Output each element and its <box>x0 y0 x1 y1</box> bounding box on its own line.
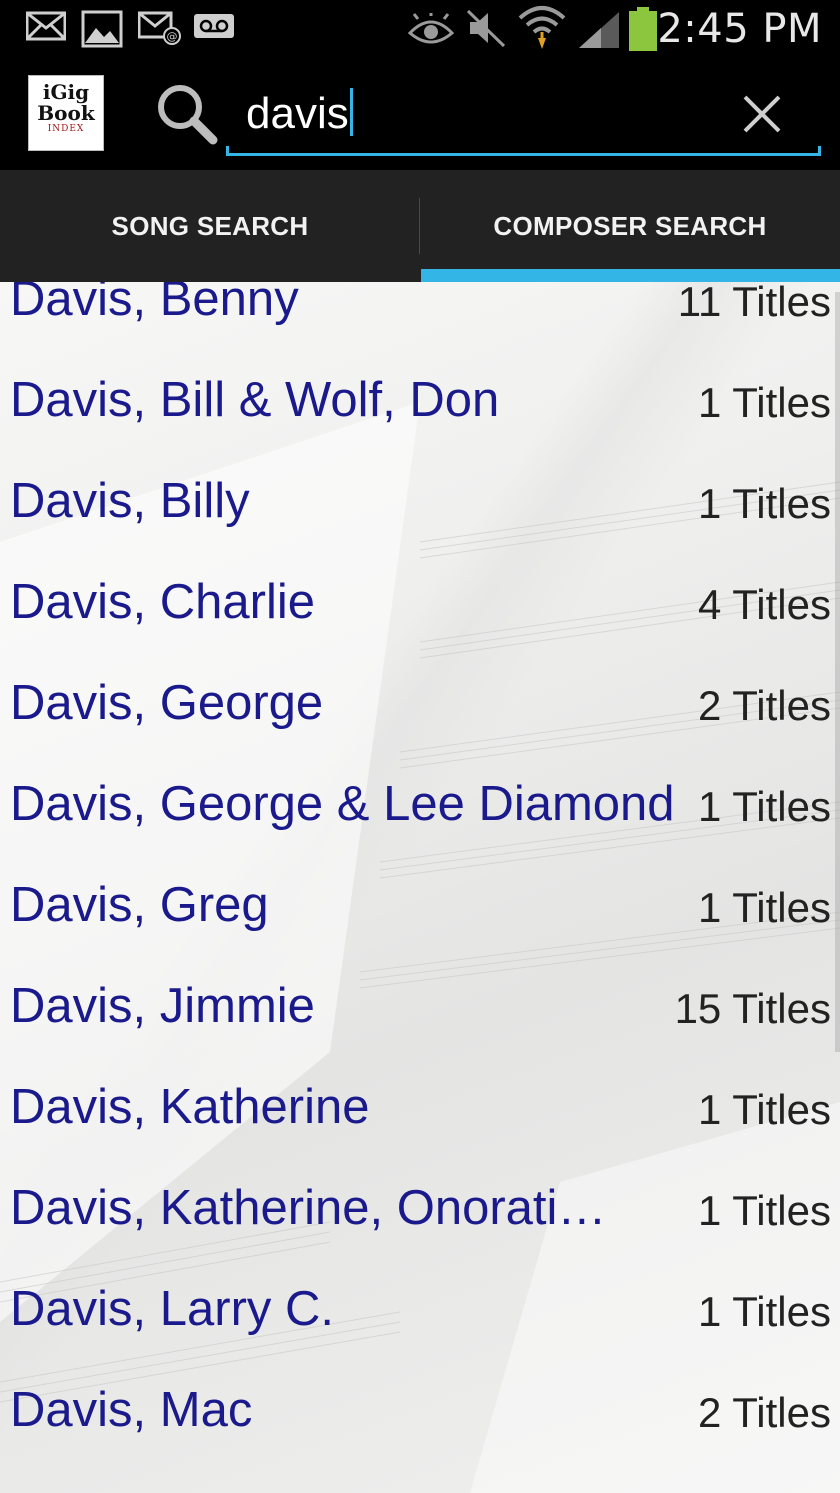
app-logo[interactable]: iGig Book INDEX <box>28 75 104 151</box>
title-count: 1 Titles <box>697 1086 831 1133</box>
tab-label: SONG SEARCH <box>111 210 309 241</box>
title-count: 2 Titles <box>697 1389 831 1436</box>
email-alert-icon: @ <box>137 10 182 50</box>
title-count: 1 Titles <box>697 1187 831 1234</box>
composer-name: Davis, Greg <box>10 878 269 932</box>
logo-line-3: INDEX <box>47 124 85 134</box>
list-item[interactable]: Davis, Katherine 1 Titles <box>0 1057 840 1158</box>
tab-label: COMPOSER SEARCH <box>493 210 767 241</box>
composer-name: Davis, Jimmie <box>10 979 315 1033</box>
title-count: 1 Titles <box>697 884 831 931</box>
title-count: 15 Titles <box>674 985 831 1032</box>
status-clock: 2:45 PM <box>657 6 822 52</box>
list-item[interactable]: Davis, Jimmie 15 Titles <box>0 956 840 1057</box>
search-input[interactable]: davis <box>226 76 821 156</box>
composer-name: Davis, Benny <box>10 282 299 326</box>
list-item[interactable]: Davis, Larry C. 1 Titles <box>0 1259 840 1360</box>
text-caret <box>349 88 353 136</box>
composer-name: Davis, George <box>10 676 324 730</box>
search-input-value: davis <box>246 89 349 138</box>
image-icon <box>81 10 123 52</box>
list-item[interactable]: Davis, George & Lee Diamond 1 Titles <box>0 754 840 855</box>
tab-selected-indicator <box>421 269 840 282</box>
list-item[interactable]: Davis, Greg 1 Titles <box>0 855 840 956</box>
title-count: 11 Titles <box>677 282 831 325</box>
list-item[interactable]: Davis, Mac 2 Titles <box>0 1360 840 1461</box>
wifi-icon <box>518 4 566 54</box>
title-count: 1 Titles <box>697 1288 831 1335</box>
list-item[interactable]: Davis, Benny 11 Titles <box>0 282 840 350</box>
tab-bar: SONG SEARCH COMPOSER SEARCH <box>0 170 840 282</box>
eye-icon <box>407 11 455 51</box>
action-bar: iGig Book INDEX davis <box>0 58 840 170</box>
title-count: 1 Titles <box>697 480 831 527</box>
composer-name: Davis, Mac <box>10 1383 253 1437</box>
list-item[interactable]: Davis, Katherine, Onorati,… 1 Titles <box>0 1158 840 1259</box>
composer-name: Davis, Katherine, Onorati,… <box>10 1181 620 1235</box>
search-icon <box>155 82 219 150</box>
list-item[interactable]: Davis, Billy 1 Titles <box>0 451 840 552</box>
title-count: 2 Titles <box>697 682 831 729</box>
battery-icon <box>628 6 658 56</box>
composer-name: Davis, Larry C. <box>10 1282 335 1336</box>
search-input-underline <box>226 146 821 156</box>
composer-name: Davis, Bill & Wolf, Don <box>10 373 500 427</box>
mute-icon <box>466 8 506 52</box>
composer-name: Davis, Billy <box>10 474 250 528</box>
title-count: 1 Titles <box>697 379 831 426</box>
logo-line-1: iGig <box>42 80 90 104</box>
tab-song-search[interactable]: SONG SEARCH <box>0 170 420 282</box>
list-item[interactable]: Davis, George 2 Titles <box>0 653 840 754</box>
email-icon <box>25 10 67 46</box>
title-count: 4 Titles <box>697 581 831 628</box>
list-item[interactable]: Davis, Bill & Wolf, Don 1 Titles <box>0 350 840 451</box>
status-bar: @ 2:45 PM <box>0 0 840 58</box>
composer-name: Davis, George & Lee Diamond <box>10 777 675 831</box>
composer-name: Davis, Charlie <box>10 575 315 629</box>
tab-composer-search[interactable]: COMPOSER SEARCH <box>420 170 840 282</box>
logo-line-2: Book <box>37 101 95 125</box>
svg-text:@: @ <box>167 30 178 43</box>
list-item[interactable]: Davis, Charlie 4 Titles <box>0 552 840 653</box>
close-icon[interactable] <box>742 94 782 138</box>
voicemail-icon <box>193 10 235 46</box>
title-count: 1 Titles <box>697 783 831 830</box>
signal-icon <box>577 10 621 54</box>
composer-results-list[interactable]: Davis, Benny 11 Titles Davis, Bill & Wol… <box>0 282 840 1493</box>
composer-name: Davis, Katherine <box>10 1080 370 1134</box>
